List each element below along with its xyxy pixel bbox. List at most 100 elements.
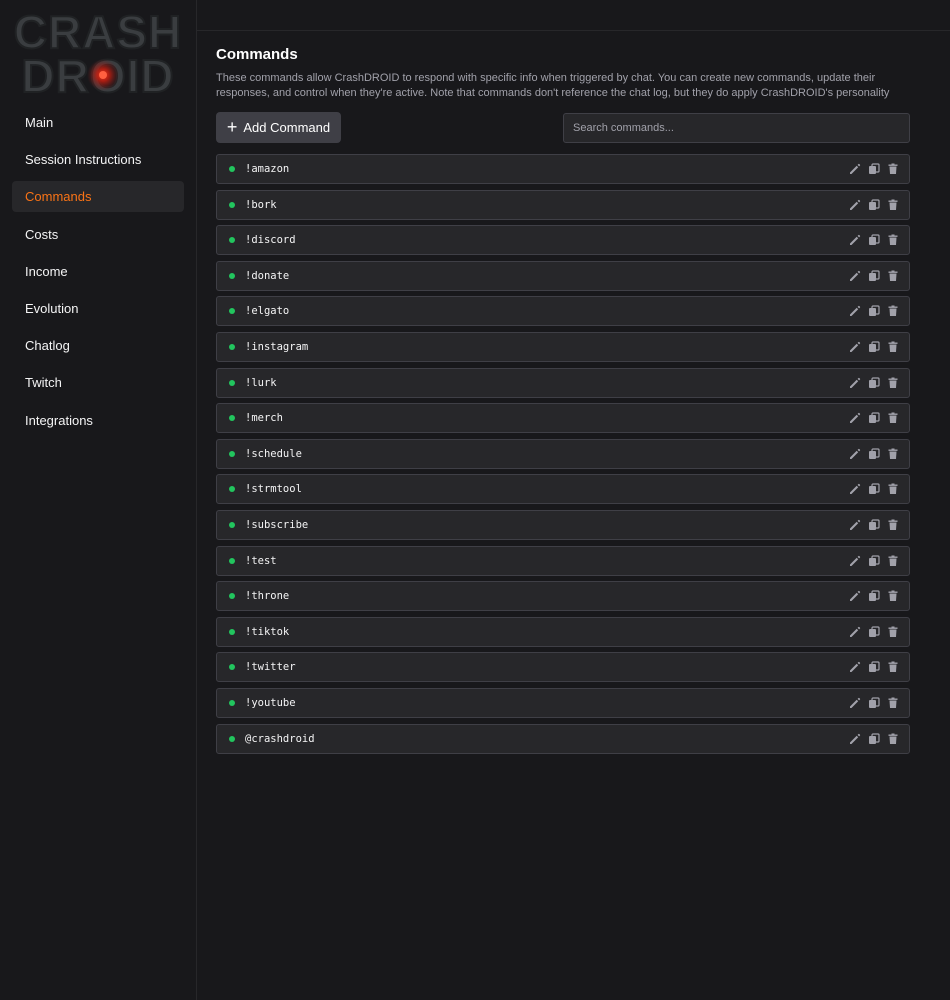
- duplicate-icon[interactable]: [867, 234, 880, 247]
- delete-icon[interactable]: [886, 447, 899, 460]
- duplicate-icon[interactable]: [867, 554, 880, 567]
- command-row[interactable]: !discord: [216, 225, 910, 256]
- delete-icon[interactable]: [886, 340, 899, 353]
- add-command-button[interactable]: + Add Command: [216, 112, 341, 143]
- row-actions: [848, 412, 899, 425]
- edit-icon[interactable]: [848, 198, 861, 211]
- edit-icon[interactable]: [848, 732, 861, 745]
- edit-icon[interactable]: [848, 625, 861, 638]
- duplicate-icon[interactable]: [867, 340, 880, 353]
- row-actions: [848, 483, 899, 496]
- active-status-icon: [229, 201, 235, 208]
- command-row[interactable]: !tiktok: [216, 616, 910, 647]
- active-status-icon: [229, 557, 235, 564]
- duplicate-icon[interactable]: [867, 518, 880, 531]
- command-row[interactable]: !lurk: [216, 367, 910, 398]
- active-status-icon: [229, 166, 235, 172]
- command-row[interactable]: !donate: [216, 260, 910, 291]
- edit-icon[interactable]: [848, 661, 861, 674]
- duplicate-icon[interactable]: [867, 590, 880, 603]
- command-row[interactable]: !elgato: [216, 296, 910, 327]
- delete-icon[interactable]: [886, 483, 899, 496]
- delete-icon[interactable]: [886, 590, 899, 603]
- edit-icon[interactable]: [848, 447, 861, 460]
- sidebar-item-evolution[interactable]: Evolution: [12, 293, 184, 324]
- sidebar-item-commands[interactable]: Commands: [12, 181, 184, 213]
- command-row[interactable]: !test: [216, 545, 910, 576]
- row-actions: [848, 269, 899, 282]
- command-row[interactable]: !amazon: [216, 154, 910, 184]
- sidebar-nav: Main Session Instructions Commands Costs Inc…: [0, 107, 196, 436]
- delete-icon[interactable]: [886, 696, 899, 709]
- active-status-icon: [229, 237, 235, 244]
- duplicate-icon[interactable]: [867, 198, 880, 211]
- sidebar-item-integrations[interactable]: Integrations: [12, 405, 184, 436]
- command-row[interactable]: !schedule: [216, 438, 910, 469]
- sidebar-item-income[interactable]: Income: [12, 256, 184, 287]
- edit-icon[interactable]: [848, 696, 861, 709]
- command-row[interactable]: !youtube: [216, 687, 910, 718]
- active-status-icon: [229, 699, 235, 706]
- edit-icon[interactable]: [848, 518, 861, 531]
- command-name: !strmtool: [245, 483, 302, 496]
- search-input[interactable]: [563, 112, 910, 143]
- duplicate-icon[interactable]: [867, 376, 880, 389]
- duplicate-icon[interactable]: [867, 483, 880, 496]
- command-row[interactable]: !strmtool: [216, 474, 910, 505]
- command-row[interactable]: !bork: [216, 189, 910, 220]
- edit-icon[interactable]: [848, 412, 861, 425]
- command-row[interactable]: !subscribe: [216, 509, 910, 540]
- duplicate-icon[interactable]: [867, 661, 880, 674]
- delete-icon[interactable]: [886, 732, 899, 745]
- duplicate-icon[interactable]: [867, 163, 880, 176]
- delete-icon[interactable]: [886, 412, 899, 425]
- row-actions: [848, 163, 899, 176]
- duplicate-icon[interactable]: [867, 269, 880, 282]
- sidebar-item-chatlog[interactable]: Chatlog: [12, 330, 184, 361]
- row-actions: [848, 234, 899, 247]
- command-row[interactable]: !merch: [216, 403, 910, 434]
- duplicate-icon[interactable]: [867, 696, 880, 709]
- delete-icon[interactable]: [886, 376, 899, 389]
- edit-icon[interactable]: [848, 163, 861, 176]
- delete-icon[interactable]: [886, 305, 899, 318]
- delete-icon[interactable]: [886, 163, 899, 176]
- page-title: Commands: [216, 46, 298, 63]
- edit-icon[interactable]: [848, 554, 861, 567]
- sidebar-item-session-instructions[interactable]: Session Instructions: [12, 144, 184, 175]
- delete-icon[interactable]: [886, 198, 899, 211]
- delete-icon[interactable]: [886, 625, 899, 638]
- sidebar-item-twitch[interactable]: Twitch: [12, 367, 184, 398]
- duplicate-icon[interactable]: [867, 305, 880, 318]
- plus-icon: +: [226, 116, 238, 137]
- edit-icon[interactable]: [848, 305, 861, 318]
- edit-icon[interactable]: [848, 376, 861, 389]
- delete-icon[interactable]: [886, 518, 899, 531]
- active-status-icon: [229, 735, 235, 742]
- active-status-icon: [229, 450, 235, 457]
- edit-icon[interactable]: [848, 590, 861, 603]
- sidebar-item-costs[interactable]: Costs: [12, 219, 184, 250]
- duplicate-icon[interactable]: [867, 447, 880, 460]
- delete-icon[interactable]: [886, 234, 899, 247]
- delete-icon[interactable]: [886, 661, 899, 674]
- logo[interactable]: CRASH DROID: [14, 8, 182, 100]
- duplicate-icon[interactable]: [867, 412, 880, 425]
- command-row[interactable]: !throne: [216, 581, 910, 612]
- duplicate-icon[interactable]: [867, 625, 880, 638]
- command-row[interactable]: !twitter: [216, 652, 910, 683]
- command-row[interactable]: !instagram: [216, 331, 910, 362]
- edit-icon[interactable]: [848, 269, 861, 282]
- edit-icon[interactable]: [848, 483, 861, 496]
- row-actions: [848, 340, 899, 353]
- delete-icon[interactable]: [886, 269, 899, 282]
- edit-icon[interactable]: [848, 234, 861, 247]
- command-name: !tiktok: [245, 625, 290, 638]
- command-name: !twitter: [245, 661, 296, 674]
- command-row[interactable]: @crashdroid: [216, 723, 910, 754]
- edit-icon[interactable]: [848, 340, 861, 353]
- sidebar-item-main[interactable]: Main: [12, 107, 184, 138]
- active-status-icon: [229, 486, 235, 493]
- delete-icon[interactable]: [886, 554, 899, 567]
- duplicate-icon[interactable]: [867, 732, 880, 745]
